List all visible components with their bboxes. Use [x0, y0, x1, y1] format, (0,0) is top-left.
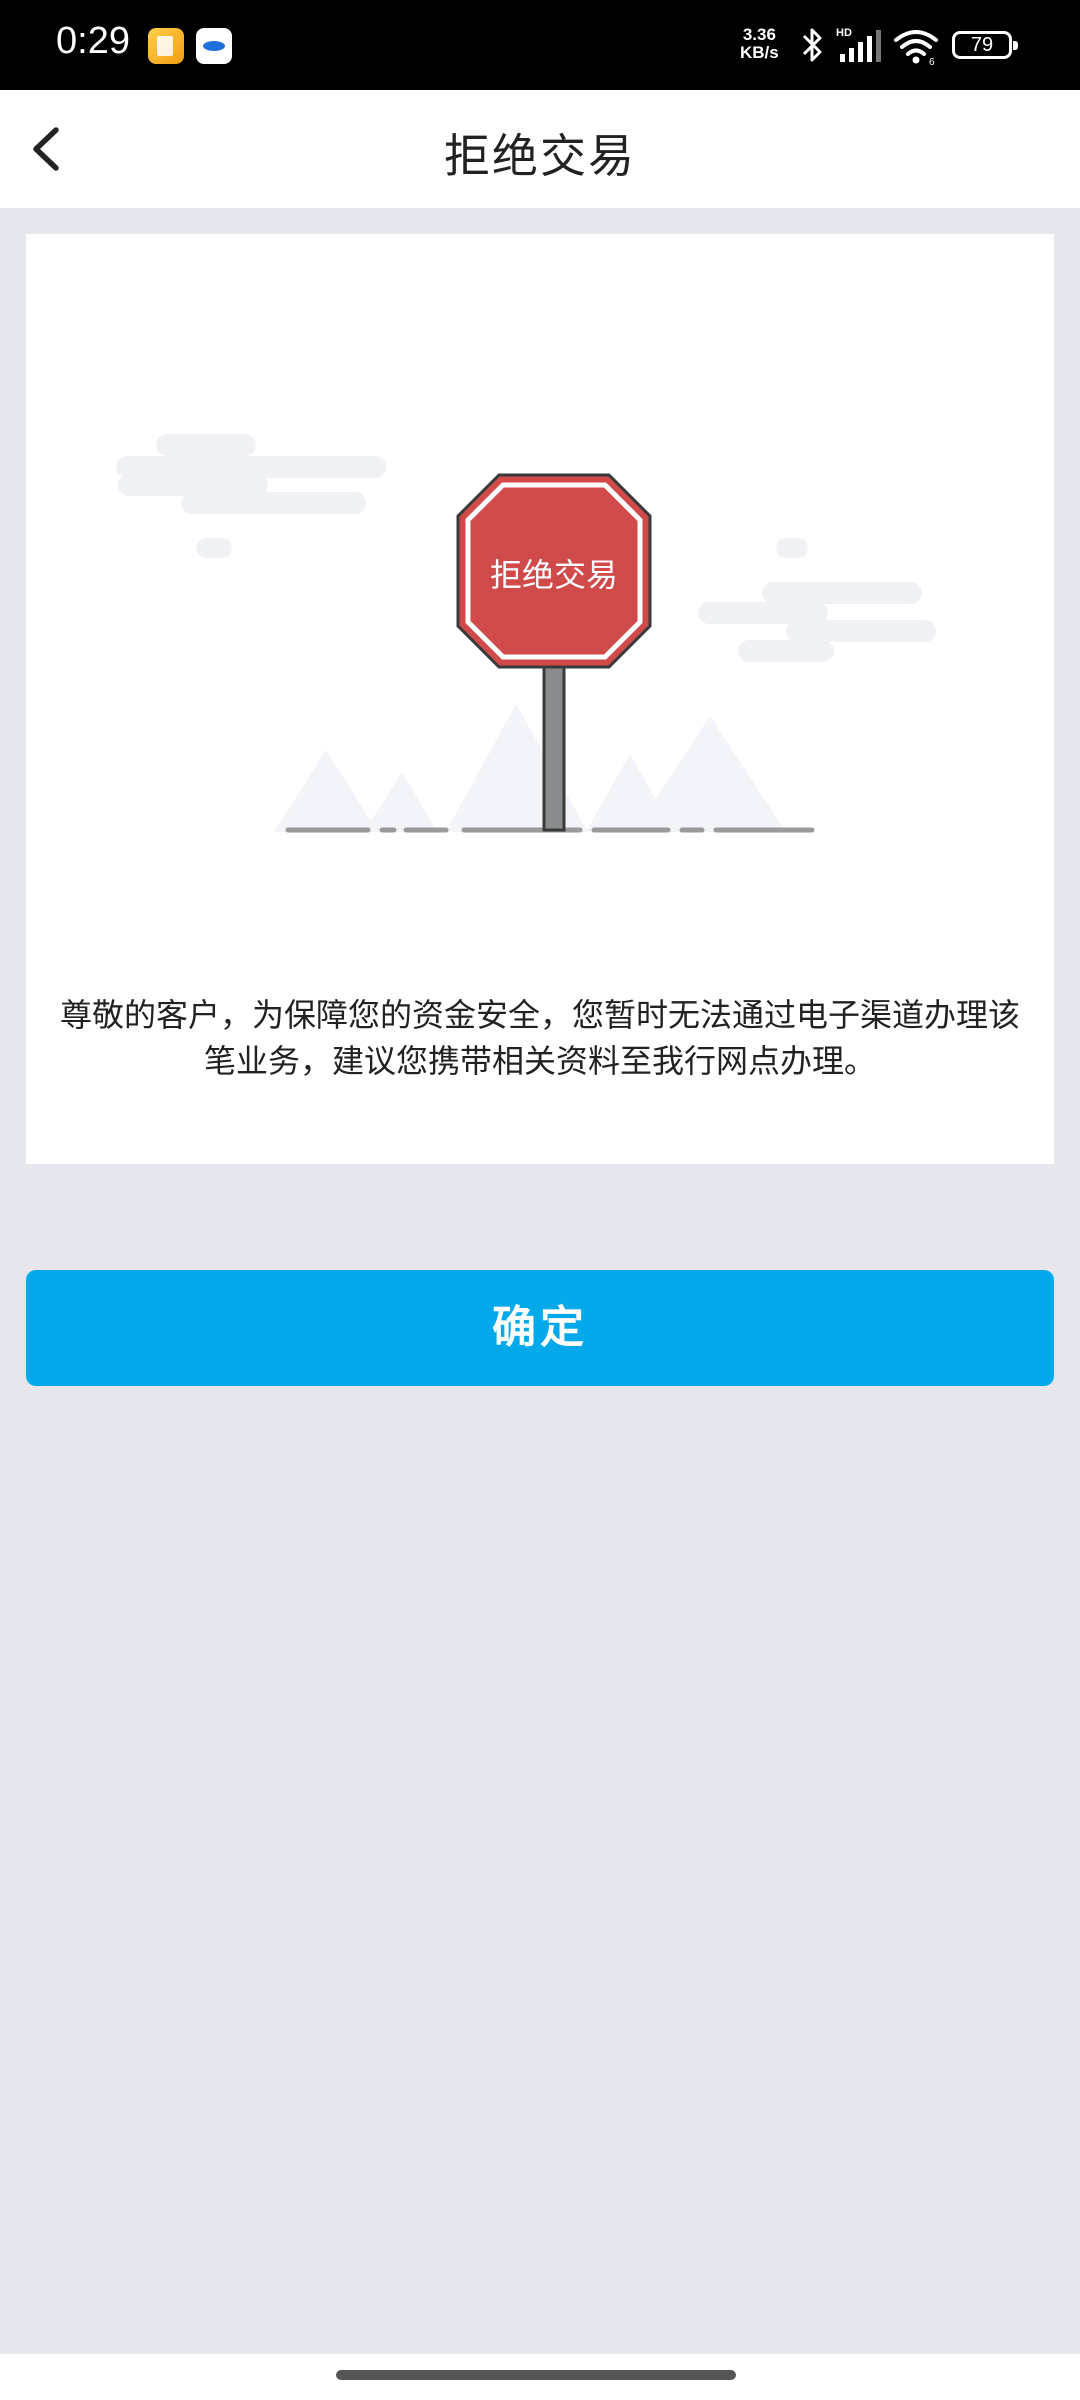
- status-time: 0:29: [56, 20, 130, 62]
- content-card: 拒绝交易 尊敬的客户，为保障您的资金安全，您暂时无法通过电子渠道办理该笔业务，建…: [26, 234, 1054, 1164]
- network-speed-value: 3.36: [742, 25, 776, 44]
- gesture-bar: [0, 2354, 1080, 2400]
- stop-sign-illustration: 拒绝交易: [116, 434, 936, 833]
- battery-level: 79: [970, 34, 994, 56]
- stop-sign-label: 拒绝交易: [490, 556, 618, 594]
- home-indicator[interactable]: [336, 2370, 736, 2380]
- mountains-illustration: [274, 704, 786, 832]
- network-speed: 3.36 KB/s: [740, 26, 779, 62]
- bluetooth-icon: [802, 28, 822, 62]
- cloud-left-illustration: [116, 434, 386, 558]
- network-speed-unit: KB/s: [740, 43, 779, 62]
- svg-text:HD: HD: [836, 27, 852, 39]
- svg-text:6: 6: [929, 57, 935, 66]
- confirm-button[interactable]: 确定: [26, 1270, 1054, 1386]
- battery-icon: 79: [952, 31, 1018, 59]
- header: 拒绝交易: [0, 90, 1080, 208]
- hd-signal-icon: HD: [836, 27, 881, 62]
- sign-pole: [542, 662, 566, 832]
- cloud-right-illustration: [698, 538, 936, 662]
- gallery-app-icon: [148, 28, 184, 64]
- notice-text: 尊敬的客户，为保障您的资金安全，您暂时无法通过电子渠道办理该笔业务，建议您携带相…: [59, 996, 1020, 1080]
- wifi-icon: 6: [894, 30, 938, 66]
- bird-app-icon: [196, 28, 232, 64]
- status-bar: 0:29 3.36 KB/s HD 6 79: [0, 0, 1080, 90]
- page-title: 拒绝交易: [444, 129, 636, 183]
